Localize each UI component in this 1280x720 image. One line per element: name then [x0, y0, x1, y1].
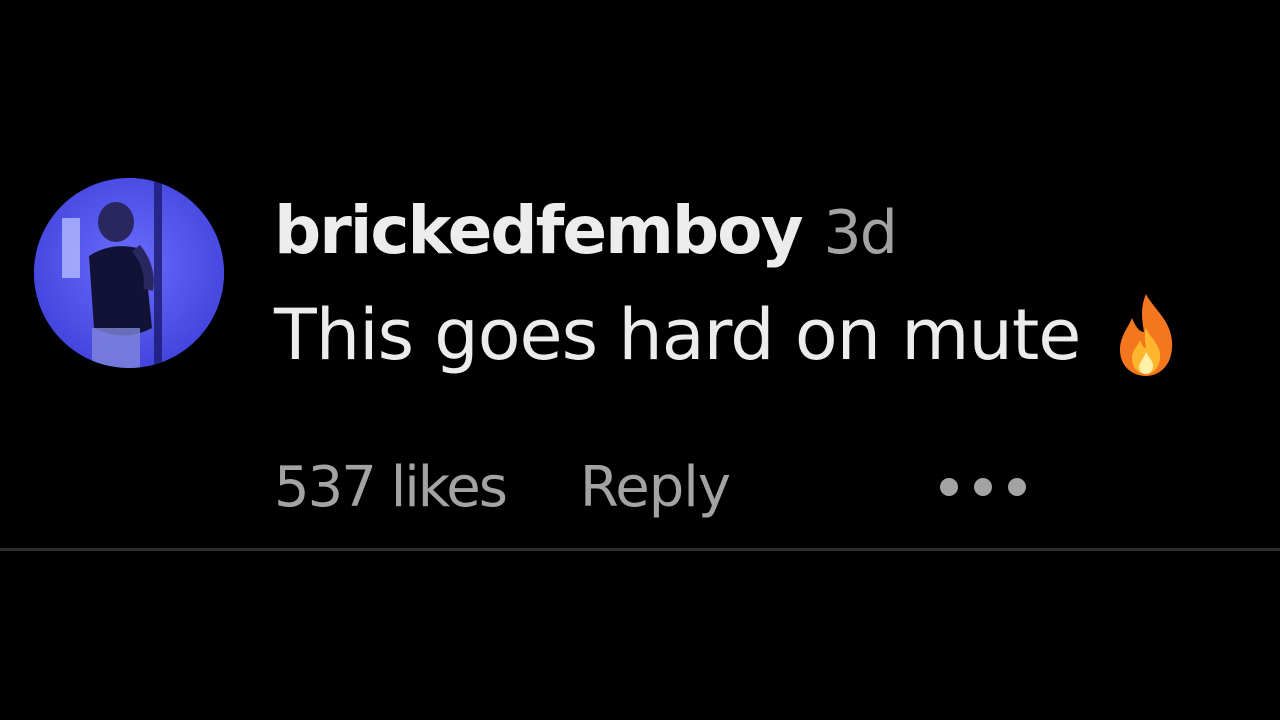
- more-options-icon[interactable]: [940, 476, 1040, 498]
- avatar-photo: [34, 178, 224, 368]
- comment-item: brickedfemboy 3d This goes hard on mute …: [0, 0, 1280, 552]
- comment-actions: 537 likes Reply: [274, 452, 731, 522]
- more-dot: [974, 478, 992, 496]
- reply-button[interactable]: Reply: [580, 455, 731, 520]
- username[interactable]: brickedfemboy: [274, 192, 804, 269]
- more-dot: [1008, 478, 1026, 496]
- comment-body: This goes hard on mute: [274, 292, 1178, 378]
- more-dot: [940, 478, 958, 496]
- fire-icon: [1114, 292, 1178, 378]
- comment-text: This goes hard on mute: [274, 294, 1081, 376]
- timestamp: 3d: [823, 198, 898, 268]
- comment-header: brickedfemboy 3d: [274, 192, 898, 282]
- divider: [0, 548, 1280, 551]
- likes-count[interactable]: 537 likes: [274, 455, 508, 520]
- avatar[interactable]: [34, 178, 224, 368]
